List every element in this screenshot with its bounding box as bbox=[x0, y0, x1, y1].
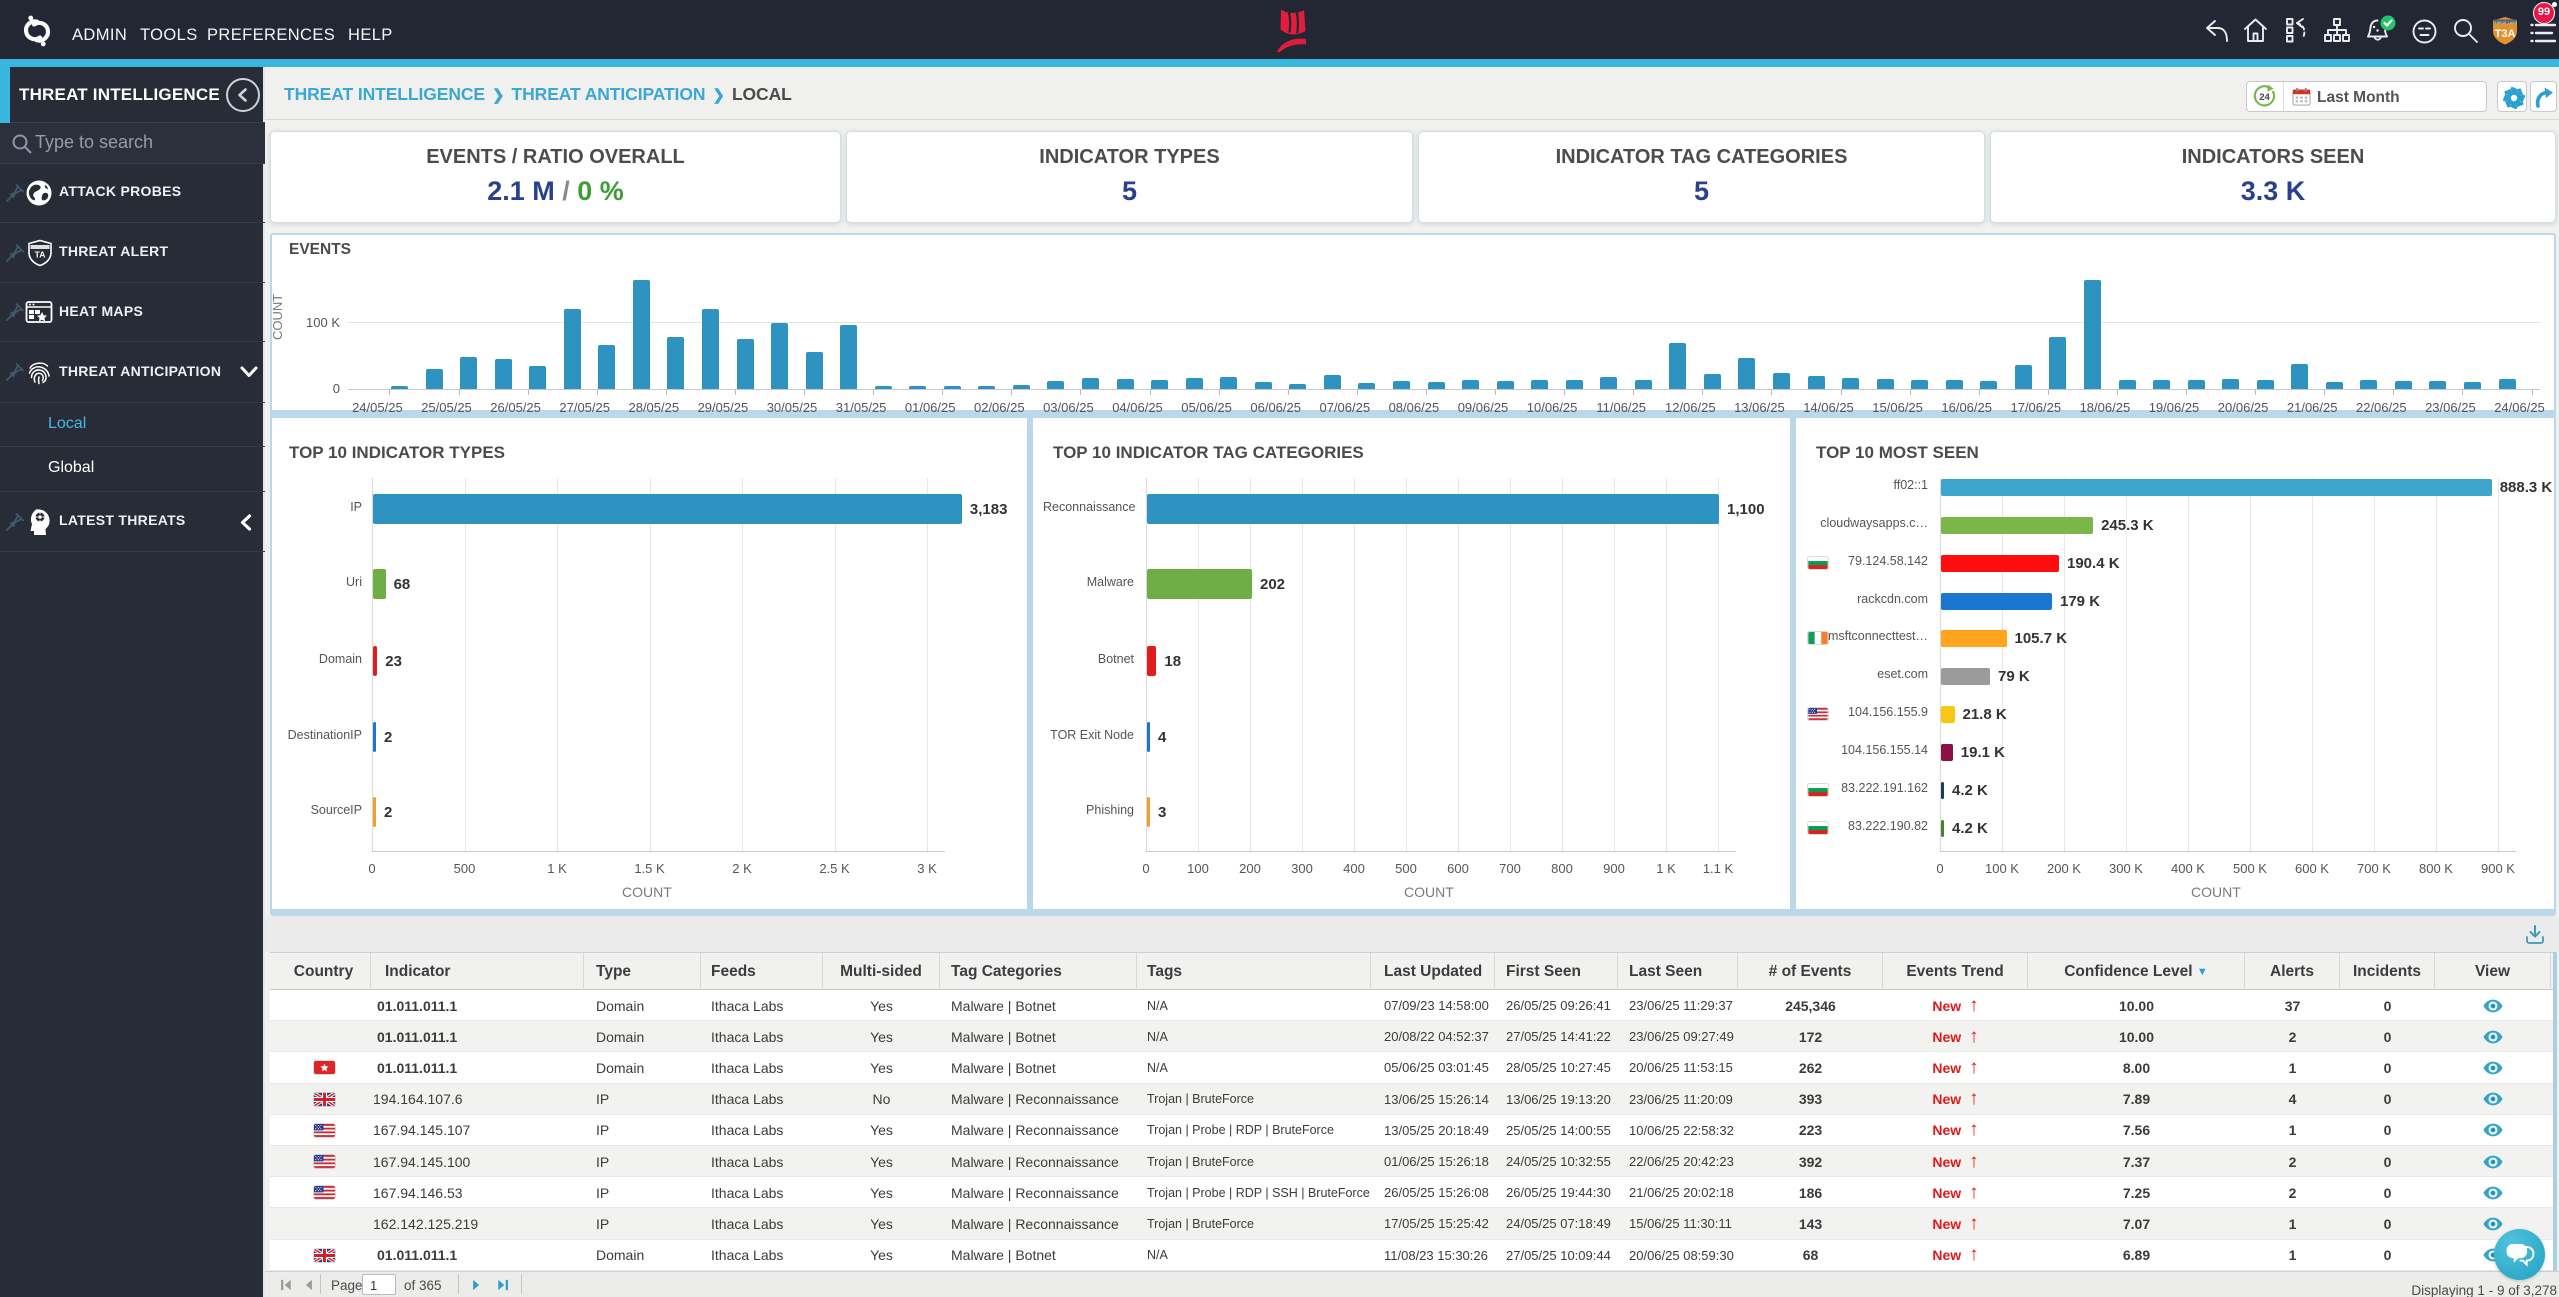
svg-text:24: 24 bbox=[2259, 92, 2270, 103]
svg-text:T3A: T3A bbox=[2495, 28, 2516, 40]
svg-text:THREAT LABS: THREAT LABS bbox=[2493, 21, 2518, 25]
svg-text:TA: TA bbox=[35, 250, 46, 260]
